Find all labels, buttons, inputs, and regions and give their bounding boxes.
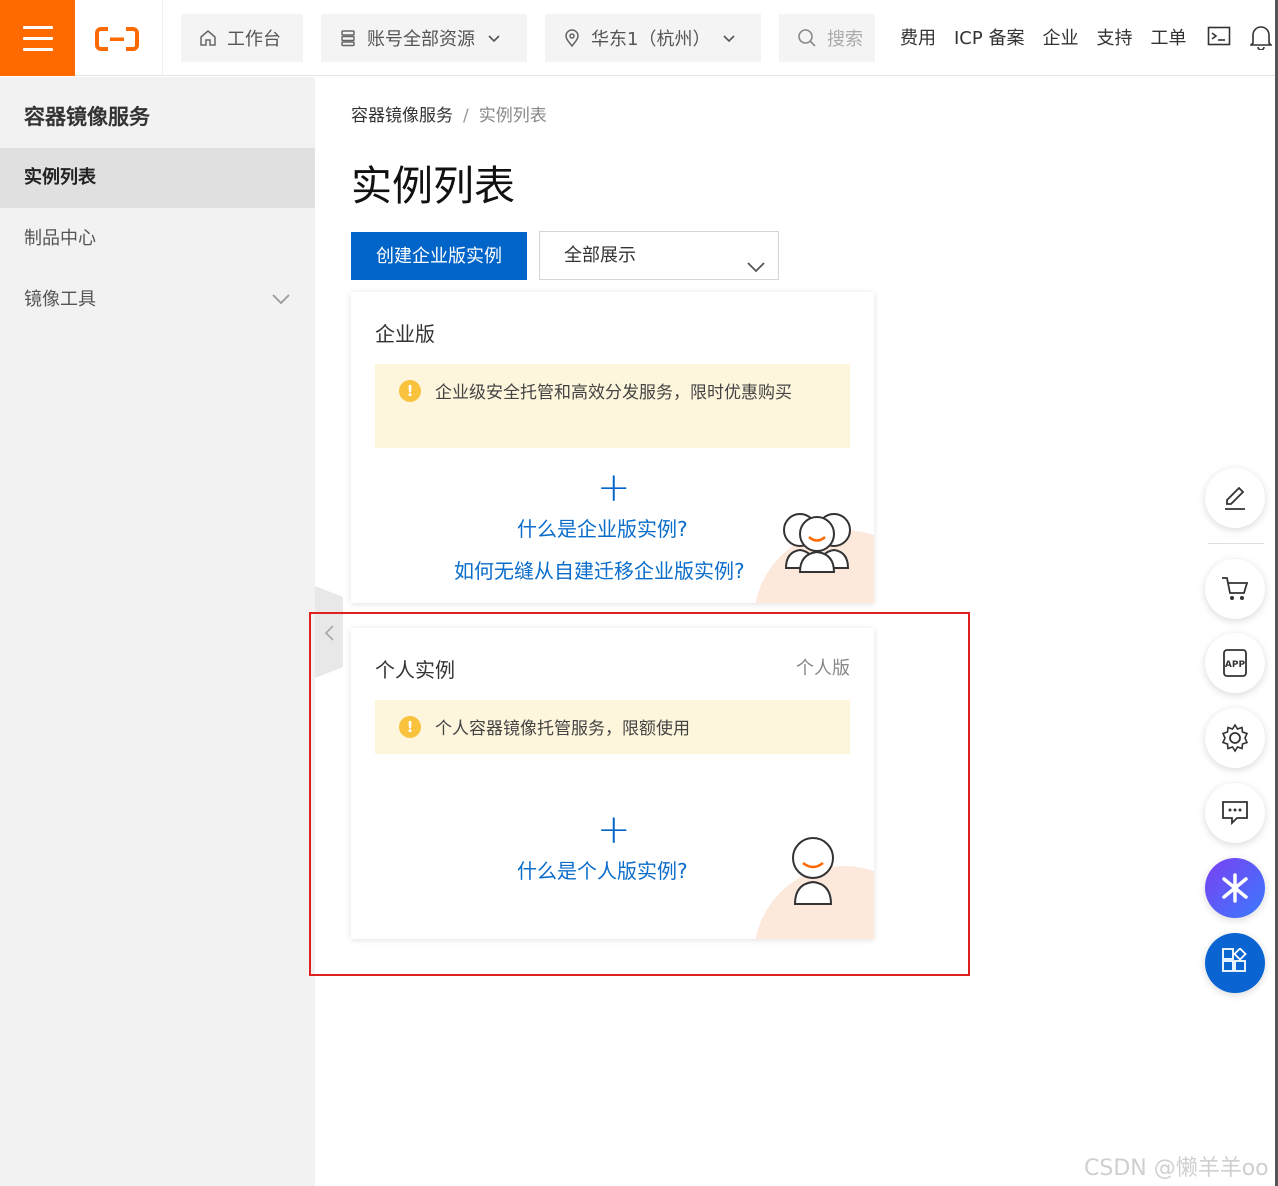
sidebar-item-label: 镜像工具 xyxy=(24,289,96,310)
breadcrumb-current: 实例列表 xyxy=(478,106,547,126)
display-filter-value: 全部展示 xyxy=(564,245,636,266)
migrate-enterprise-link[interactable]: 如何无缝从自建迁移企业版实例? xyxy=(454,555,745,584)
ai-assistant-icon xyxy=(1222,873,1248,903)
display-filter-select[interactable]: 全部展示 xyxy=(539,231,779,280)
aliyun-logo[interactable] xyxy=(75,0,163,76)
settings-button[interactable] xyxy=(1205,708,1265,768)
location-pin-icon xyxy=(563,29,581,47)
card-title: 企业版 xyxy=(375,322,435,346)
chevron-down-icon xyxy=(722,31,736,45)
app-grid-button[interactable] xyxy=(1205,933,1265,993)
global-search-input[interactable]: 搜索 xyxy=(779,14,875,62)
workbench-label: 工作台 xyxy=(227,29,281,50)
app-icon: APP xyxy=(1223,649,1247,677)
gear-icon xyxy=(1221,723,1249,753)
sidebar-item-instance-list[interactable]: 实例列表 xyxy=(0,148,315,208)
notice-banner: ! 企业级安全托管和高效分发服务，限时优惠购买 xyxy=(375,364,850,448)
app-download-button[interactable]: APP xyxy=(1205,633,1265,693)
create-enterprise-instance-button[interactable]: 创建企业版实例 xyxy=(351,232,527,280)
divider xyxy=(1208,543,1264,544)
top-links: 费用 ICP 备案 企业 支持 工单 xyxy=(900,24,1204,50)
highlight-box xyxy=(309,612,970,976)
breadcrumb: 容器镜像服务 / 实例列表 xyxy=(351,101,547,126)
aliyun-logo-icon xyxy=(95,27,139,51)
chevron-down-icon xyxy=(487,31,501,45)
group-mascot-icon xyxy=(783,513,851,573)
search-icon xyxy=(797,28,817,48)
cart-icon xyxy=(1222,577,1249,600)
search-placeholder: 搜索 xyxy=(827,29,863,50)
what-is-enterprise-link[interactable]: 什么是企业版实例? xyxy=(517,513,688,542)
terminal-icon[interactable] xyxy=(1207,24,1231,52)
feedback-edit-button[interactable] xyxy=(1205,468,1265,528)
svg-text:APP: APP xyxy=(1225,660,1246,670)
chevron-down-icon xyxy=(271,270,291,355)
sidebar-item-label: 实例列表 xyxy=(24,167,96,188)
sidebar-item-label: 制品中心 xyxy=(24,228,96,249)
breadcrumb-root[interactable]: 容器镜像服务 xyxy=(351,106,453,126)
top-link-icp[interactable]: ICP 备案 xyxy=(954,24,1024,50)
resources-label: 账号全部资源 xyxy=(367,29,475,50)
workbench-button[interactable]: 工作台 xyxy=(181,14,303,62)
home-icon xyxy=(199,29,217,47)
breadcrumb-separator: / xyxy=(463,106,469,126)
region-label: 华东1（杭州） xyxy=(591,29,711,50)
bell-icon[interactable] xyxy=(1249,24,1273,54)
sidebar-item-image-tools[interactable]: 镜像工具 xyxy=(0,270,315,330)
page-title: 实例列表 xyxy=(351,162,515,210)
sidebar-item-artifact-center[interactable]: 制品中心 xyxy=(0,209,315,269)
hamburger-menu-button[interactable] xyxy=(0,0,75,76)
resources-dropdown[interactable]: 账号全部资源 xyxy=(321,14,527,62)
watermark: CSDN @懒羊羊oo xyxy=(1084,1156,1269,1181)
sidebar: 容器镜像服务 实例列表 制品中心 镜像工具 xyxy=(0,77,315,1186)
top-link-support[interactable]: 支持 xyxy=(1096,24,1132,50)
chevron-down-icon xyxy=(746,247,766,294)
edit-icon xyxy=(1225,486,1245,510)
grid-apps-icon xyxy=(1222,948,1247,972)
top-link-ticket[interactable]: 工单 xyxy=(1150,24,1186,50)
database-icon xyxy=(339,29,357,47)
notice-text: 企业级安全托管和高效分发服务，限时优惠购买 xyxy=(435,383,792,403)
top-link-enterprise[interactable]: 企业 xyxy=(1042,24,1078,50)
cart-button[interactable] xyxy=(1205,559,1265,619)
chat-button[interactable] xyxy=(1205,783,1265,843)
warning-icon: ! xyxy=(399,380,421,402)
enterprise-instance-card: 企业版 ! 企业级安全托管和高效分发服务，限时优惠购买 + 什么是企业版实例? … xyxy=(351,292,874,603)
chat-icon xyxy=(1222,801,1248,826)
sidebar-title: 容器镜像服务 xyxy=(24,105,150,129)
ai-assistant-button[interactable] xyxy=(1205,858,1265,918)
region-dropdown[interactable]: 华东1（杭州） xyxy=(545,14,761,62)
top-navigation-bar: 工作台 账号全部资源 华东1（杭州） 搜索 费用 ICP 备案 企业 支持 工单 xyxy=(0,0,1278,76)
top-link-billing[interactable]: 费用 xyxy=(900,24,936,50)
add-enterprise-instance-plus[interactable]: + xyxy=(597,468,631,508)
